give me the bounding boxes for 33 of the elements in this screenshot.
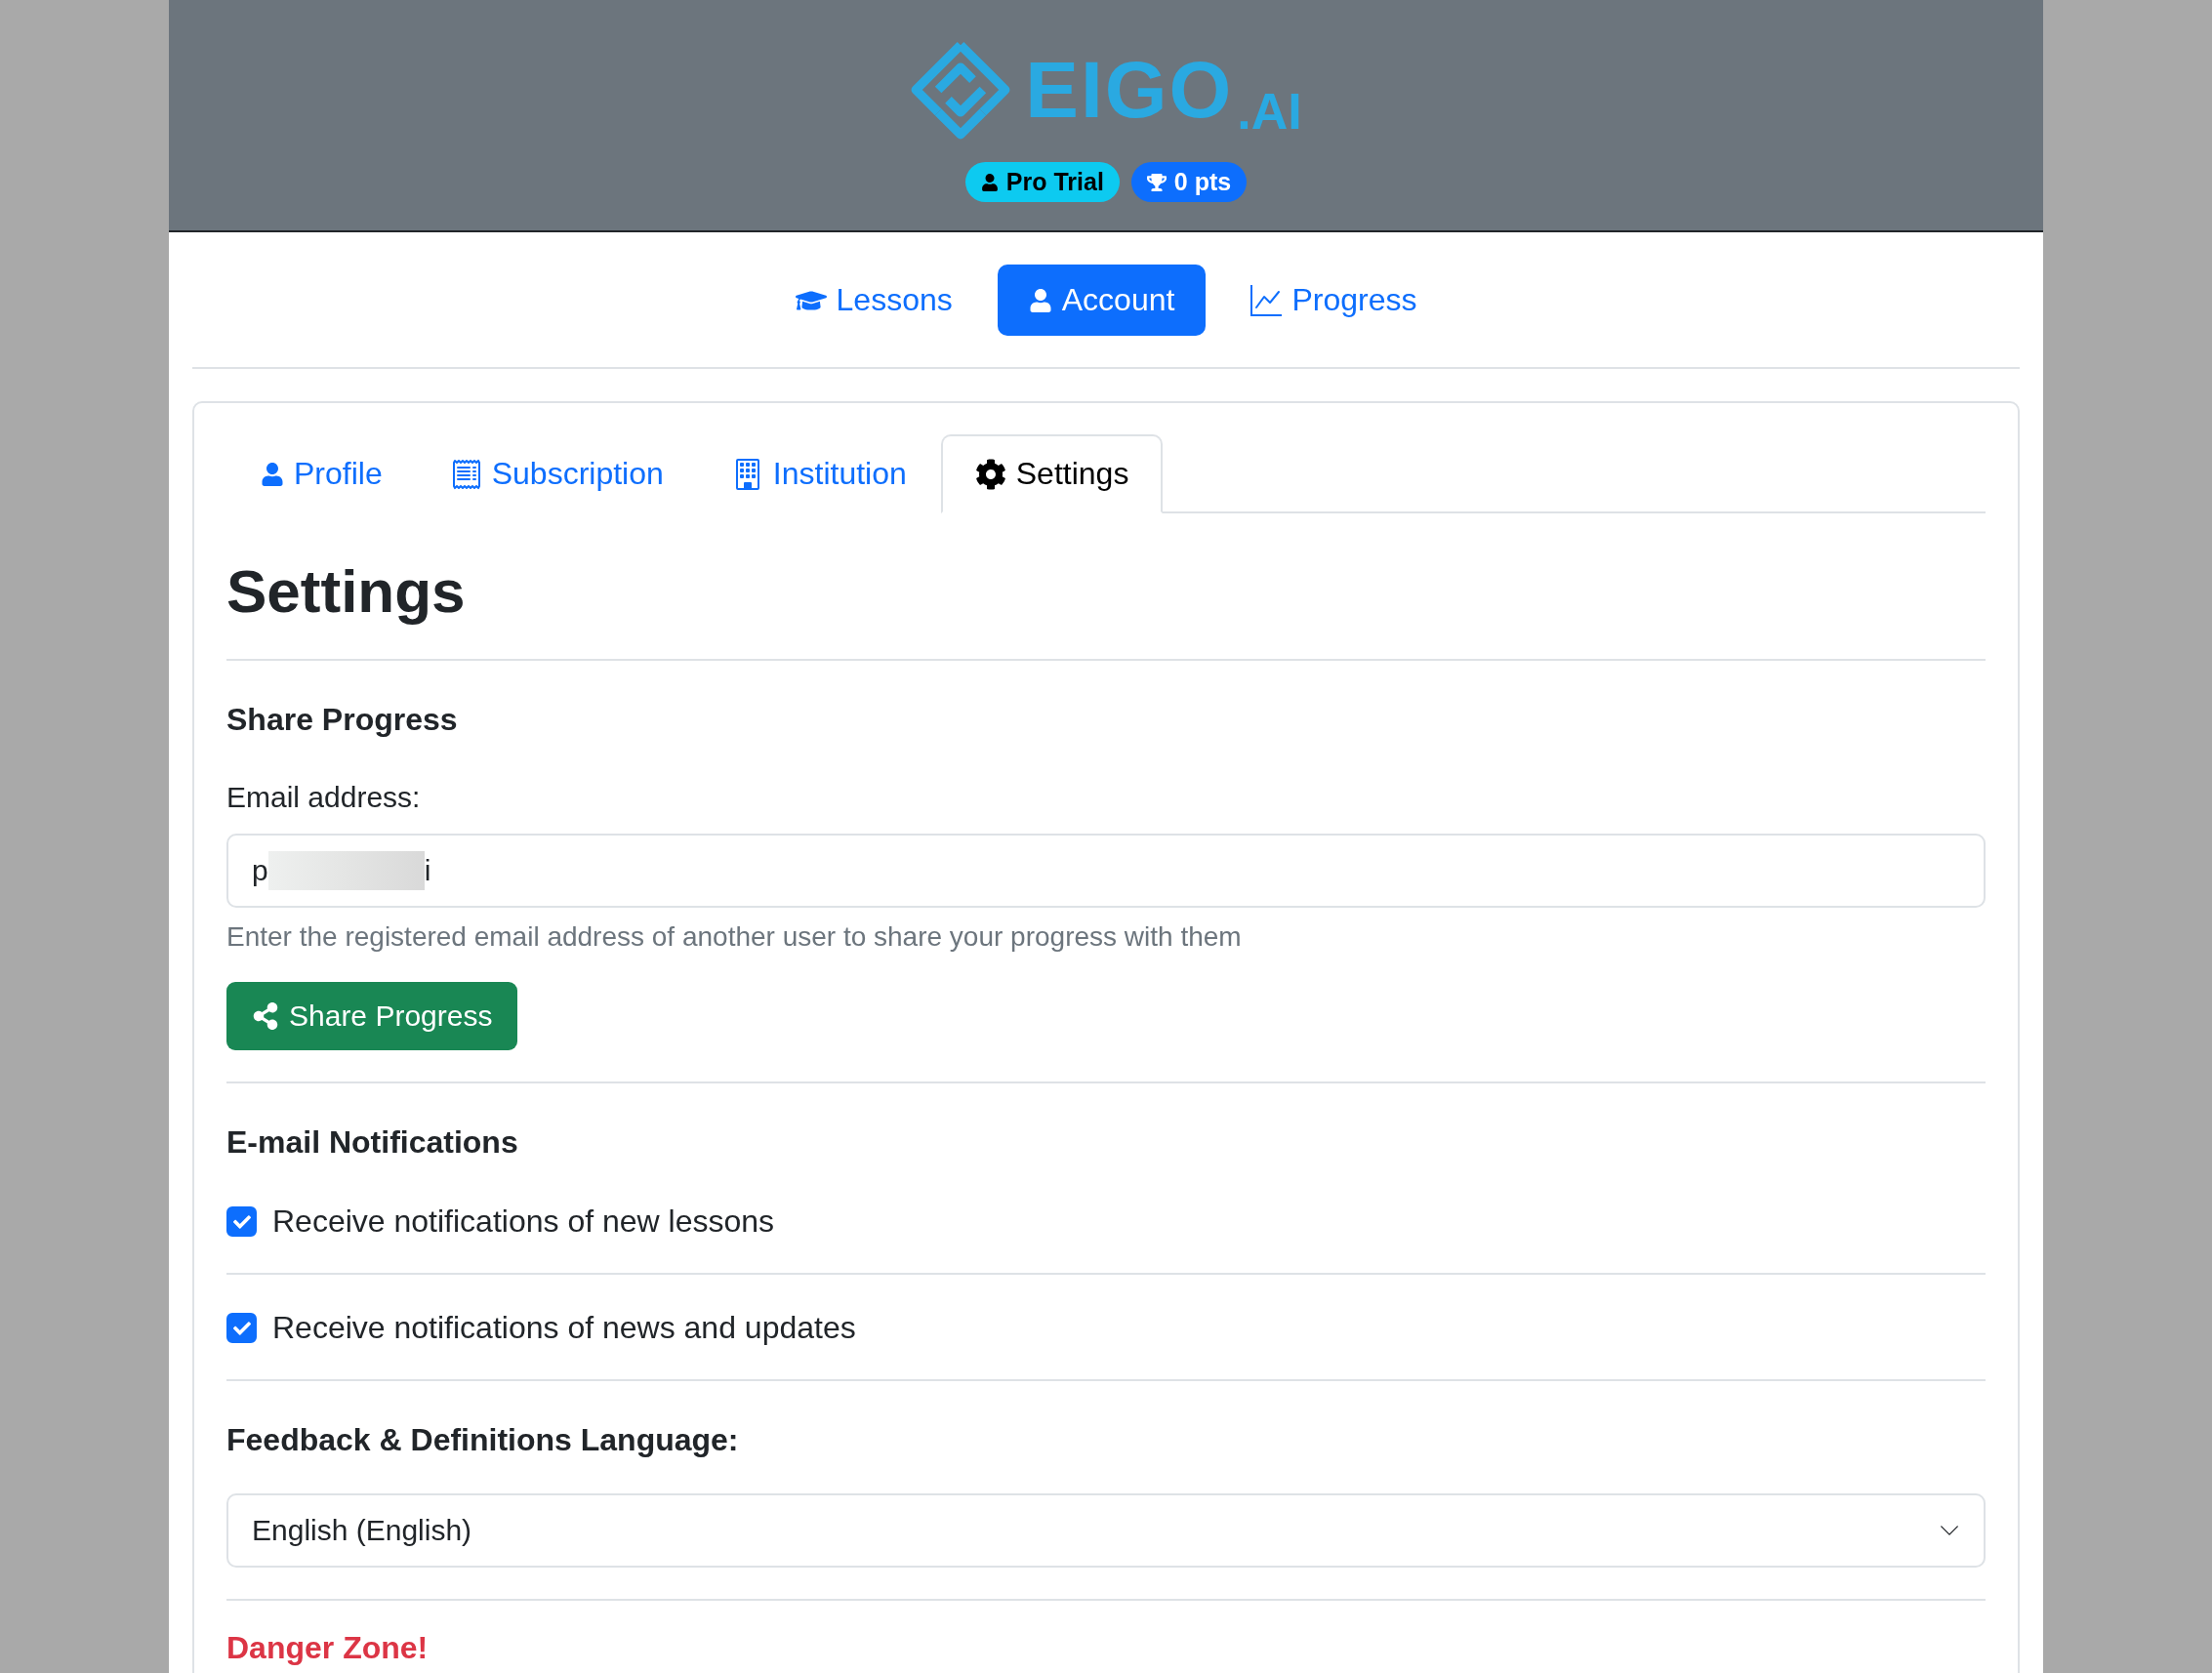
check-icon xyxy=(232,1212,251,1231)
trophy-icon xyxy=(1146,172,1167,192)
section-heading: Share Progress xyxy=(226,702,459,738)
page-title: Settings xyxy=(226,556,1986,661)
user-icon xyxy=(1028,288,1052,312)
line-chart-icon xyxy=(1250,284,1283,316)
points-badge: 0 pts xyxy=(1130,162,1248,202)
email-field[interactable]: p i xyxy=(226,834,1986,908)
nav-pill[interactable]: Progress xyxy=(1219,265,1449,336)
nav-pill[interactable]: Account xyxy=(997,265,1207,336)
nav-pill[interactable]: Lessons xyxy=(763,265,984,336)
share-button[interactable]: Share Progress xyxy=(226,982,518,1050)
plan-badge: Pro Trial xyxy=(964,162,1120,202)
field-label: Email address: xyxy=(226,781,422,814)
checkbox[interactable] xyxy=(226,1206,257,1237)
section-heading: E-mail Notifications xyxy=(226,1124,519,1161)
section-heading: Feedback & Definitions Language: xyxy=(226,1422,740,1458)
check-icon xyxy=(232,1319,251,1337)
receipt-icon xyxy=(450,458,482,490)
share-icon xyxy=(252,1002,279,1030)
help-text: Enter the registered email address of another user to share your progress with them xyxy=(226,921,1243,953)
settings-icon xyxy=(974,458,1006,490)
language-select[interactable]: English (English) xyxy=(226,1493,1986,1568)
logo-wordmark: EIGO xyxy=(1025,50,1234,130)
logo-icon xyxy=(910,39,1012,141)
tab[interactable]: Settings xyxy=(940,434,1164,513)
user-icon xyxy=(980,173,999,191)
checkbox-label: Receive notifications of new lessons xyxy=(272,1204,775,1240)
checkbox-label: Receive notifications of news and updates xyxy=(272,1310,856,1346)
checkbox[interactable] xyxy=(226,1313,257,1343)
user-icon xyxy=(261,462,284,486)
logo-suffix: .AI xyxy=(1237,86,1302,137)
danger-heading: Danger Zone! xyxy=(226,1630,430,1666)
